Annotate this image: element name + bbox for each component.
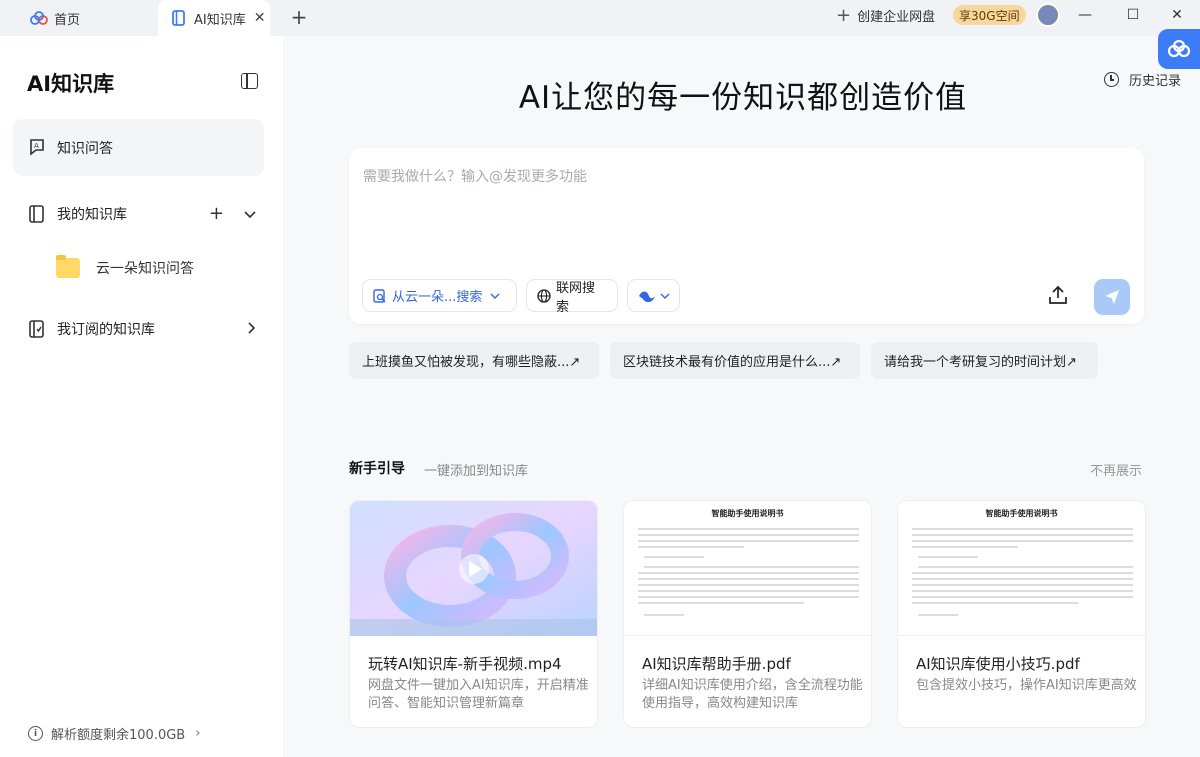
guide-card-desc: 网盘文件一键加入AI知识库，开启精准问答、智能知识管理新篇章	[368, 678, 589, 711]
tab-active-label: AI知识库	[194, 12, 246, 28]
subscribe-book-icon	[27, 319, 47, 339]
dismiss-guide-link[interactable]: 不再展示	[1090, 460, 1142, 479]
plus-icon: +	[836, 4, 852, 26]
qa-icon: A	[27, 138, 47, 158]
guide-title: 新手引导	[349, 461, 405, 477]
model-selector[interactable]	[627, 279, 680, 312]
send-icon	[1105, 290, 1119, 304]
main-panel: 历史记录 AI让您的每一份知识都创造价值 需要我做什么？输入@发现更多功能 从云…	[286, 36, 1200, 757]
chevron-right-icon[interactable]	[248, 318, 256, 339]
globe-icon	[537, 288, 551, 303]
model-logo-icon	[638, 290, 656, 302]
new-tab-button[interactable]: +	[288, 4, 310, 30]
document-thumbnail: 智能助手使用说明书	[624, 501, 871, 636]
guide-card-video[interactable]: 玩转AI知识库-新手视频.mp4 网盘文件一键加入AI知识库，开启精准问答、智能…	[349, 500, 598, 728]
quota-label: 解析额度剩余100.0GB	[51, 728, 186, 743]
add-knowledge-base-icon[interactable]: +	[209, 203, 224, 224]
sidebar: AI知识库 A 知识问答 我的知识库 + 云一朵知识问答 我订阅的知识库 i 解…	[0, 36, 285, 757]
vip-badge[interactable]: 享30G空间	[953, 5, 1026, 25]
chevron-right-icon: ›	[195, 726, 201, 741]
search-scope-dropdown[interactable]: 从云一朵...搜索	[362, 279, 517, 312]
suggestion-chip[interactable]: 上班摸鱼又怕被发现，有哪些隐蔽...↗	[349, 342, 599, 379]
knowledge-book-icon	[170, 9, 188, 27]
sidebar-subitem-cloud-qa[interactable]: 云一朵知识问答	[56, 255, 194, 278]
doc-heading: 智能助手使用说明书	[711, 509, 784, 518]
avatar[interactable]	[1036, 3, 1060, 27]
guide-card-tips[interactable]: 智能助手使用说明书 AI知识库使用小技巧.pdf 包含提效小技巧，操作AI知识库…	[897, 500, 1146, 728]
page-title: AI让您的每一份知识都创造价值	[518, 80, 968, 116]
guide-card-desc: 详细AI知识库使用介绍，含全流程功能使用指导，高效构建知识库	[642, 678, 863, 711]
sidebar-title: AI知识库	[27, 72, 115, 96]
minimize-button[interactable]: —	[1070, 0, 1100, 30]
folder-icon	[56, 255, 80, 278]
guide-card-manual[interactable]: 智能助手使用说明书 AI知识库帮助手册.pdf 详细AI知识库使用介绍，含全流程…	[623, 500, 872, 728]
chevron-down-icon[interactable]	[244, 203, 256, 224]
info-icon: i	[28, 726, 43, 741]
sidebar-collapse-icon[interactable]	[241, 73, 258, 89]
notebook-icon	[27, 204, 47, 224]
quota-footer[interactable]: i 解析额度剩余100.0GB ›	[28, 724, 200, 743]
chevron-down-icon	[660, 293, 670, 299]
tab-home[interactable]: 首页	[30, 0, 150, 36]
web-search-label: 联网搜索	[556, 280, 596, 315]
create-enterprise-button[interactable]: + 创建企业网盘	[836, 0, 935, 30]
create-enterprise-label: 创建企业网盘	[857, 9, 936, 25]
sidebar-item-label: 知识问答	[57, 140, 113, 157]
tab-bar: 首页 AI知识库 ✕ + + 创建企业网盘 享30G空间 — ☐ ✕	[0, 0, 1200, 36]
document-thumbnail: 智能助手使用说明书	[898, 501, 1145, 636]
video-thumbnail	[350, 501, 597, 636]
chevron-down-icon	[490, 293, 500, 299]
tab-close-icon[interactable]: ✕	[254, 10, 266, 26]
guide-card-title: AI知识库帮助手册.pdf	[642, 655, 791, 673]
chat-input-placeholder[interactable]: 需要我做什么？输入@发现更多功能	[363, 166, 587, 186]
chat-input-card[interactable]: 需要我做什么？输入@发现更多功能 从云一朵...搜索 联网搜索	[349, 148, 1144, 324]
guide-subtitle: 一键添加到知识库	[424, 464, 529, 479]
floating-assistant-button[interactable]	[1158, 29, 1200, 69]
sidebar-item-my-knowledge[interactable]: 我的知识库 +	[13, 185, 264, 242]
search-scope-label: 从云一朵...搜索	[392, 290, 483, 305]
sidebar-item-label: 我的知识库	[57, 206, 127, 223]
web-search-toggle[interactable]: 联网搜索	[526, 279, 618, 315]
tab-ai-knowledge[interactable]: AI知识库 ✕	[158, 0, 270, 36]
guide-card-title: AI知识库使用小技巧.pdf	[916, 655, 1080, 673]
suggestion-chip[interactable]: 请给我一个考研复习的时间计划↗	[871, 342, 1098, 379]
sidebar-subitem-label: 云一朵知识问答	[96, 261, 194, 277]
cloud-logo-icon	[1167, 40, 1191, 58]
svg-text:A: A	[34, 142, 39, 150]
cloud-logo-icon	[30, 9, 48, 27]
maximize-button[interactable]: ☐	[1118, 0, 1148, 30]
suggestion-chip[interactable]: 区块链技术最有价值的应用是什么...↗	[610, 342, 860, 379]
doc-heading: 智能助手使用说明书	[985, 509, 1058, 518]
tab-home-label: 首页	[54, 12, 81, 28]
guide-card-desc: 包含提效小技巧，操作AI知识库更高效	[916, 678, 1137, 693]
upload-icon[interactable]	[1046, 283, 1070, 307]
guide-card-title: 玩转AI知识库-新手视频.mp4	[368, 655, 562, 673]
sidebar-item-label: 我订阅的知识库	[57, 321, 155, 338]
sidebar-item-qa[interactable]: A 知识问答	[13, 119, 264, 176]
send-button[interactable]	[1094, 279, 1130, 315]
window-close-button[interactable]: ✕	[1162, 0, 1192, 30]
doc-search-icon	[373, 288, 387, 303]
sidebar-item-subscribed[interactable]: 我订阅的知识库	[13, 300, 264, 357]
